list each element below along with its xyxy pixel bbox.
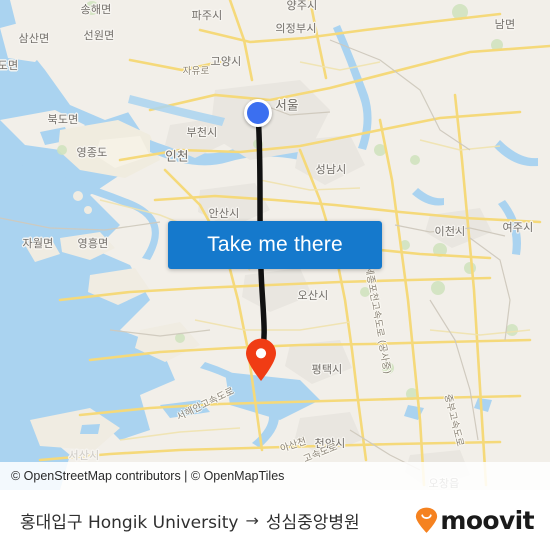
take-me-there-button[interactable]: Take me there [168,221,382,269]
trip-destination-label: 성심중앙병원 [265,512,360,533]
destination-pin[interactable] [245,338,277,382]
moovit-logo[interactable]: moovit [415,505,535,535]
moovit-pin-smile-icon [415,507,438,534]
trip-title: 홍대입구 Hongik University → 성심중앙병원 [20,508,360,533]
origin-pin[interactable] [244,99,272,127]
map-attribution-bar: © OpenStreetMap contributors | © OpenMap… [0,462,550,490]
footer-bar: 홍대입구 Hongik University → 성심중앙병원 moovit [0,490,550,550]
trip-origin-label: 홍대입구 Hongik University [20,512,239,533]
attribution-text[interactable]: © OpenStreetMap contributors | © OpenMap… [11,469,284,483]
arrow-right-icon: → [245,510,259,530]
moovit-trip-map-screen: 송해면 파주시 양주시 의정부시 남면 삼산면 선원면 고양시 도면 자유로 서울 북도면 부천시 영종도… [0,0,550,550]
moovit-wordmark: moovit [440,505,534,535]
map-container[interactable]: 송해면 파주시 양주시 의정부시 남면 삼산면 선원면 고양시 도면 자유로 서울 북도면 부천시 영종도… [0,0,550,490]
